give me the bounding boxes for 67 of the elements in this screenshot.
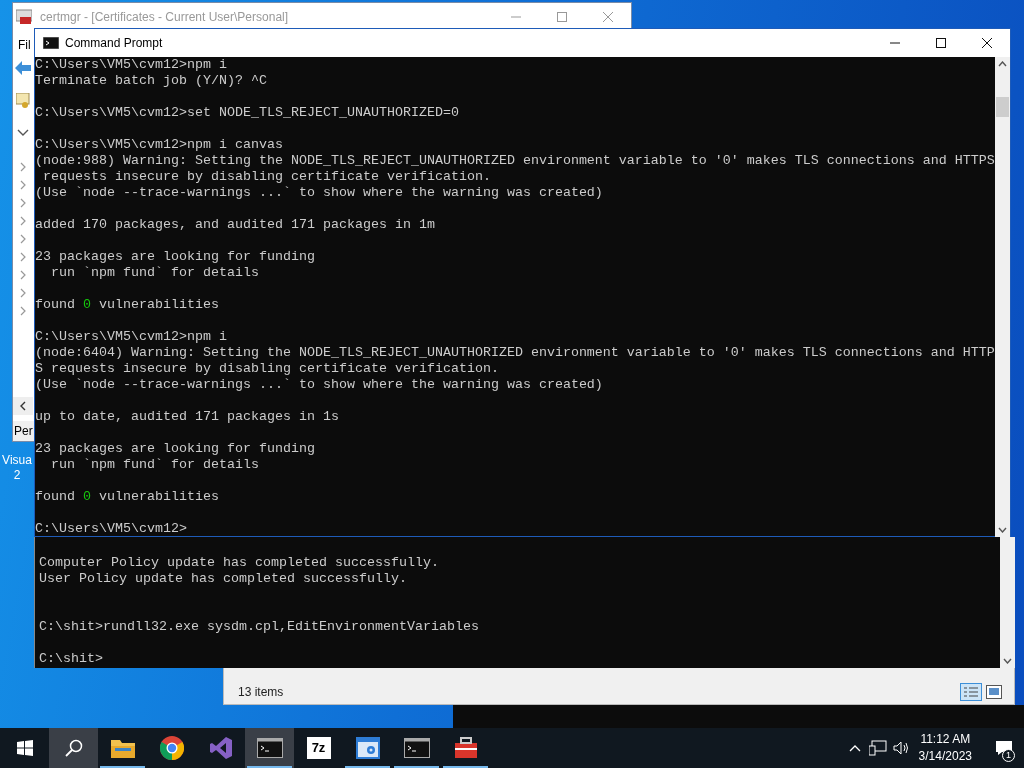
console-line: C:\Users\VM5\cvm12>npm i xyxy=(35,57,227,73)
console-line: C:\Users\VM5\cvm12>npm i canvas xyxy=(35,137,283,153)
console-line: found 0 vulnerabilities xyxy=(35,297,219,313)
window-title: Command Prompt xyxy=(65,35,163,52)
console-line: C:\shit>rundll32.exe sysdm.cpl,EditEnvironmentVariables xyxy=(39,619,479,635)
desktop-icon-label[interactable]: Visua 2 xyxy=(0,453,34,483)
console-line: (node:988) Warning: Setting the NODE_TLS_REJECT_UNAUTHORIZED environment variable to '0' makes TLS connections and HTTPS xyxy=(35,153,995,169)
scrollbar-thumb[interactable] xyxy=(996,97,1009,117)
running-indicator xyxy=(247,766,292,768)
console-line: run `npm fund` for details xyxy=(50,265,259,281)
taskbar-button[interactable]: 7z xyxy=(294,728,343,768)
volume-icon[interactable] xyxy=(892,740,911,756)
collapse-chevron-icon[interactable] xyxy=(15,128,31,138)
running-indicator xyxy=(100,766,145,768)
taskbar-button[interactable] xyxy=(245,728,294,768)
item-count: 13 items xyxy=(238,684,284,701)
ide-icon xyxy=(208,736,233,760)
console-line: run `npm fund` for details xyxy=(50,457,259,473)
console-line: C:\Users\VM5\cvm12> xyxy=(35,521,187,537)
clock-time[interactable]: 11:12 AM xyxy=(920,731,971,748)
search-icon xyxy=(64,739,83,757)
scrollbar[interactable] xyxy=(995,57,1010,537)
console-line: (Use `node --trace-warnings ...` to show where the warning was created) xyxy=(35,377,603,393)
terminal-icon xyxy=(256,738,283,758)
close-icon xyxy=(981,37,993,49)
running-indicator xyxy=(394,766,439,768)
maximize-icon xyxy=(556,11,568,23)
browser-icon xyxy=(159,736,184,760)
console-line: found 0 vulnerabilities xyxy=(35,489,219,505)
certificate-app-icon xyxy=(16,9,32,25)
maximize-icon xyxy=(935,37,947,49)
window-title: certmgr - [Certificates - Current User\Personal] xyxy=(40,9,289,26)
console-line: C:\Users\VM5\cvm12>npm i xyxy=(35,329,227,345)
running-indicator xyxy=(345,766,390,768)
notification-button[interactable]: 1 xyxy=(984,728,1024,768)
terminal-icon xyxy=(403,738,430,758)
console-line: added 170 packages, and audited 171 packages in 1m xyxy=(35,217,435,233)
console-line: Terminate batch job (Y/N)? ^C xyxy=(35,73,267,89)
terminal-icon xyxy=(43,37,59,49)
back-arrow-icon[interactable] xyxy=(15,61,31,75)
clock-date[interactable]: 3/14/2023 xyxy=(918,748,972,765)
console-line: C:\Users\VM5\cvm12>set NODE_TLS_REJECT_UNAUTHORIZED=0 xyxy=(35,105,459,121)
network-icon[interactable] xyxy=(868,740,887,756)
menu-item[interactable]: Fil xyxy=(18,36,31,54)
close-icon xyxy=(602,11,614,23)
chevron-up-icon[interactable] xyxy=(848,744,861,752)
console-tab[interactable]: Per xyxy=(13,421,35,441)
notification-badge: 1 xyxy=(1002,749,1015,762)
archive-app-icon: 7z xyxy=(306,737,331,759)
console-line: User Policy update has completed successfully. xyxy=(39,571,407,587)
window-gear-icon xyxy=(355,737,380,759)
console-line: C:\shit> xyxy=(39,651,103,667)
console-line: 23 packages are looking for funding xyxy=(35,441,315,457)
console-line: (node:6404) Warning: Setting the NODE_TLS_REJECT_UNAUTHORIZED environment variable to '0' makes TLS connections and HTTP xyxy=(35,345,995,361)
thumbnails-view-icon[interactable] xyxy=(986,685,1002,699)
windows-logo-icon xyxy=(16,740,33,756)
console-line: S requests insecure by disabling certificate verification. xyxy=(35,361,499,377)
console-line: requests insecure by disabling certificate verification. xyxy=(42,169,491,185)
console-line: (Use `node --trace-warnings ...` to show where the warning was created) xyxy=(35,185,603,201)
toolbox-icon xyxy=(453,737,478,759)
console-line: Computer Policy update has completed successfully. xyxy=(39,555,439,571)
running-indicator xyxy=(443,766,488,768)
folder-icon xyxy=(110,738,135,758)
taskbar-button[interactable] xyxy=(49,728,98,768)
console-line: 23 packages are looking for funding xyxy=(35,249,315,265)
console-line: up to date, audited 171 packages in 1s xyxy=(35,409,339,425)
certificate-icon xyxy=(16,93,30,109)
